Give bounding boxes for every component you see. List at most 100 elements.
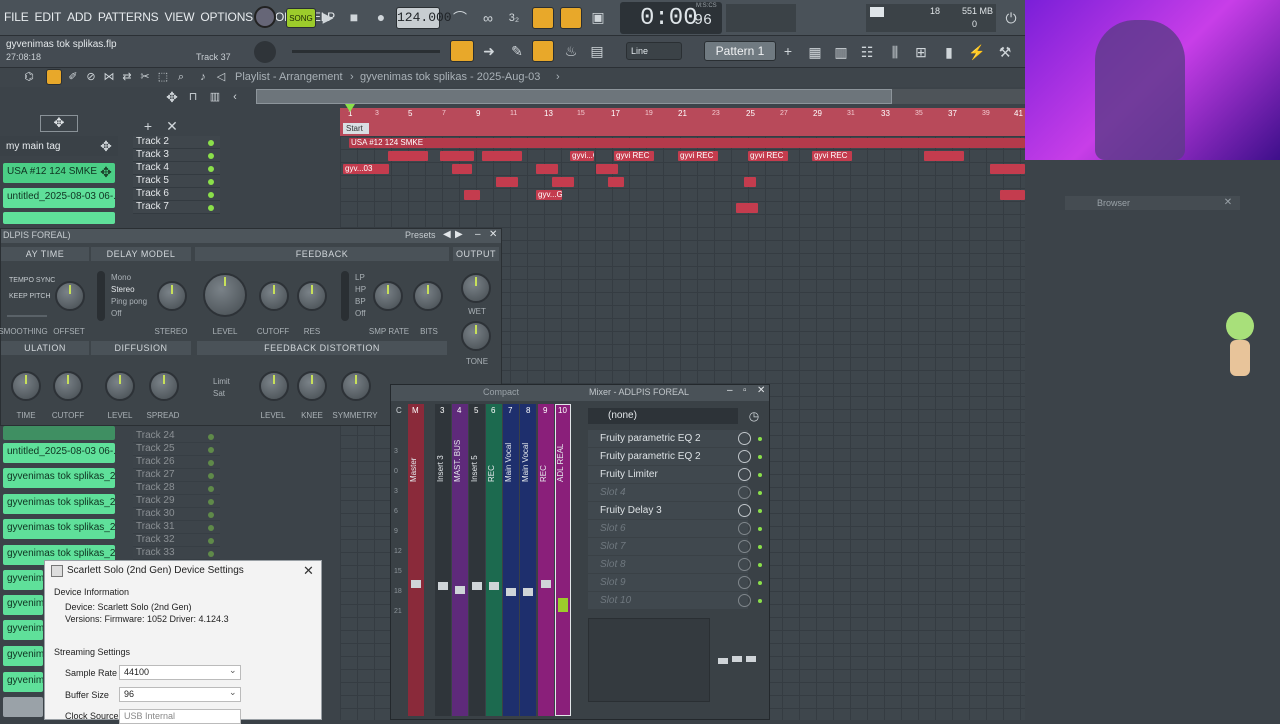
pattern-item[interactable]: gyvenima <box>3 620 43 640</box>
plug-icon[interactable]: ⚡ <box>966 42 988 62</box>
pattern-item[interactable]: gyvenimas tok splikas_20... <box>3 494 115 514</box>
sample-rate-select[interactable]: 44100 <box>119 665 241 680</box>
pattern-item[interactable]: gyvenima <box>3 672 43 692</box>
feedback-level-knob[interactable] <box>203 273 247 317</box>
menu-patterns[interactable]: PATTERNS <box>98 10 159 24</box>
track-header[interactable]: Track 5 <box>133 175 220 188</box>
track-led[interactable] <box>208 447 214 453</box>
menu-add[interactable]: ADD <box>67 10 92 24</box>
channel-rack-icon[interactable]: ☷ <box>856 42 878 62</box>
mix-knob[interactable] <box>738 594 751 607</box>
track-header[interactable]: Track 2 <box>133 136 220 149</box>
play-icon[interactable]: ▶ <box>318 7 338 27</box>
brush-icon[interactable]: ✐ <box>66 67 80 87</box>
audio-clip[interactable] <box>744 177 756 187</box>
typing-keyboard-icon[interactable]: ▣ <box>588 7 608 27</box>
menu-file[interactable]: FILE <box>4 10 29 24</box>
master-pitch-knob[interactable] <box>254 41 276 63</box>
stop-icon[interactable]: ■ <box>344 7 364 27</box>
chevron-left-icon[interactable]: ‹ <box>228 87 242 107</box>
track-led[interactable] <box>208 153 214 159</box>
fx-slot-empty[interactable]: Slot 9 <box>588 574 748 591</box>
fx-slot-empty[interactable]: Slot 4 <box>588 484 748 501</box>
fx-slot-empty[interactable]: Slot 8 <box>588 556 748 573</box>
symmetry-knob[interactable] <box>341 371 371 401</box>
audio-clip[interactable]: gyvi REC <box>812 151 852 161</box>
add-pattern-icon[interactable]: + <box>780 41 796 61</box>
picker-toggle-icon[interactable]: ✥ <box>40 115 78 132</box>
track-header[interactable]: Track 33 <box>133 547 220 560</box>
fader[interactable] <box>472 582 482 590</box>
mod-cutoff-knob[interactable] <box>53 371 83 401</box>
mix-knob[interactable] <box>738 540 751 553</box>
zoom-icon[interactable]: ⌕ <box>174 67 188 87</box>
fx-slot[interactable]: Fruity Limiter <box>588 466 748 483</box>
mod-time-knob[interactable] <box>11 371 41 401</box>
track-led[interactable] <box>208 434 214 440</box>
fader[interactable] <box>541 580 551 588</box>
tone-knob[interactable] <box>461 321 491 351</box>
clock-icon[interactable]: ◷ <box>746 406 762 426</box>
browser-panel-header[interactable]: Browser <box>1065 196 1240 210</box>
stereo-knob[interactable] <box>157 281 187 311</box>
audio-clip[interactable]: gyv...G <box>536 190 562 200</box>
menu-options[interactable]: OPTIONS <box>200 10 253 24</box>
record-icon[interactable]: ● <box>370 7 392 27</box>
knee-knob[interactable] <box>297 371 327 401</box>
pattern-item[interactable]: gyvenima <box>3 646 43 666</box>
playhead[interactable] <box>345 104 355 112</box>
tool-icon[interactable]: ⚒ <box>994 42 1016 62</box>
sat-option[interactable]: Sat <box>213 389 225 398</box>
track-header[interactable]: Track 31 <box>133 521 220 534</box>
track-header[interactable]: Track 27 <box>133 469 220 482</box>
audio-clip[interactable] <box>452 164 472 174</box>
eq-faders[interactable] <box>718 620 760 706</box>
spread-knob[interactable] <box>149 371 179 401</box>
mixer-preset-select[interactable]: (none) <box>588 408 738 424</box>
track-led[interactable] <box>208 460 214 466</box>
slice-icon[interactable]: ✂ <box>138 67 152 87</box>
track-led[interactable] <box>208 512 214 518</box>
mix-knob[interactable] <box>738 558 751 571</box>
track-header[interactable]: Track 24 <box>133 430 220 443</box>
draw-tool-button[interactable] <box>46 69 62 85</box>
link-button[interactable] <box>532 40 554 62</box>
fader-selected[interactable] <box>558 598 568 612</box>
compact-label[interactable]: Compact <box>483 387 519 397</box>
track-led[interactable] <box>208 473 214 479</box>
track-led[interactable] <box>208 192 214 198</box>
slot-led[interactable] <box>758 545 762 549</box>
close-icon[interactable]: ✕ <box>1220 193 1236 213</box>
fader-master[interactable] <box>411 580 421 588</box>
playback-icon[interactable]: ◁ <box>214 67 228 87</box>
mix-knob[interactable] <box>738 504 751 517</box>
close-icon[interactable]: ✕ <box>489 229 497 240</box>
slot-led[interactable] <box>758 455 762 459</box>
clipboard-icon[interactable]: ▤ <box>586 41 608 61</box>
model-selector[interactable] <box>97 271 105 321</box>
offset-knob[interactable] <box>55 281 85 311</box>
minimize-icon[interactable]: – <box>727 385 733 396</box>
model-option[interactable]: Mono <box>111 273 131 282</box>
audio-clip[interactable]: gyvi REC <box>678 151 718 161</box>
slot-led[interactable] <box>758 599 762 603</box>
buffer-size-select[interactable]: 96 <box>119 687 241 702</box>
maximize-icon[interactable]: ▫ <box>743 385 747 396</box>
tempo-display[interactable]: 124.000 <box>396 7 452 29</box>
track-led[interactable] <box>208 551 214 557</box>
song-mode-button[interactable]: SONG <box>286 8 316 28</box>
dist-level-knob[interactable] <box>259 371 289 401</box>
smp-rate-knob[interactable] <box>373 281 403 311</box>
mix-knob[interactable] <box>738 432 751 445</box>
playlist-scrollbar[interactable] <box>256 89 892 104</box>
track-header[interactable]: Track 29 <box>133 495 220 508</box>
speaker-icon[interactable]: ♪ <box>196 67 210 87</box>
feedback-res-knob[interactable] <box>297 281 327 311</box>
audio-clip[interactable] <box>736 203 758 213</box>
close-track-icon[interactable]: ✕ <box>164 116 180 136</box>
audio-clip[interactable] <box>440 151 474 161</box>
audio-clip[interactable] <box>608 177 624 187</box>
mix-knob[interactable] <box>738 450 751 463</box>
tempo-sync-label[interactable]: TEMPO SYNC <box>9 277 55 284</box>
limit-option[interactable]: Limit <box>213 377 230 386</box>
